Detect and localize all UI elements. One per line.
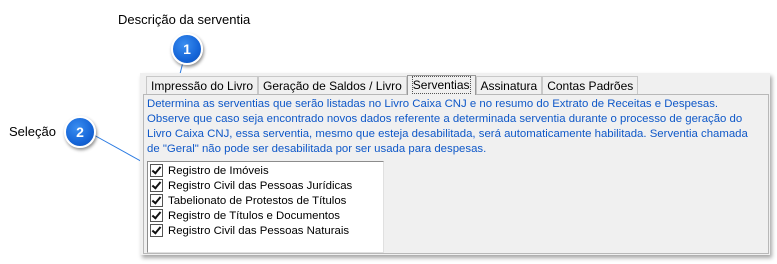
tab-assinatura[interactable]: Assinatura (475, 76, 543, 95)
tab-bar: Impressão do Livro Geração de Saldos / L… (146, 75, 639, 95)
checkbox-checked-icon[interactable] (150, 179, 163, 192)
list-item-label: Registro Civil das Pessoas Jurídicas (168, 179, 353, 192)
tab-label: Serventias (411, 76, 471, 94)
tab-label: Assinatura (480, 79, 538, 93)
list-item[interactable]: Registro Civil das Pessoas Jurídicas (150, 178, 352, 193)
callout-label-descricao: Descrição da serventia (118, 12, 251, 27)
list-item[interactable]: Registro Civil das Pessoas Naturais (150, 223, 349, 238)
tab-serventias[interactable]: Serventias (406, 75, 476, 95)
callout-badge-1: 1 (171, 33, 203, 65)
checkbox-checked-icon[interactable] (150, 164, 163, 177)
list-item-label: Tabelionato de Protestos de Títulos (168, 194, 347, 207)
callout-badge-2: 2 (64, 116, 96, 148)
list-item[interactable]: Registro de Imóveis (150, 163, 269, 178)
settings-window: Impressão do Livro Geração de Saldos / L… (140, 73, 770, 255)
list-item[interactable]: Registro de Títulos e Documentos (150, 208, 340, 223)
list-item-label: Registro de Imóveis (168, 164, 269, 177)
list-item-label: Registro Civil das Pessoas Naturais (168, 224, 350, 237)
tab-label: Contas Padrões (547, 79, 634, 93)
serventias-checklist[interactable]: Registro de Imóveis Registro Civil das P… (147, 161, 384, 253)
list-item[interactable]: Tabelionato de Protestos de Títulos (150, 193, 346, 208)
tab-impressao-do-livro[interactable]: Impressão do Livro (146, 76, 259, 95)
tab-geracao-de-saldos[interactable]: Geração de Saldos / Livro (258, 76, 407, 95)
tab-label: Impressão do Livro (151, 79, 254, 93)
serventias-panel: Determina as serventias que serão listad… (143, 94, 769, 254)
tab-contas-padroes[interactable]: Contas Padrões (542, 76, 639, 95)
tab-label: Geração de Saldos / Livro (263, 79, 402, 93)
checkbox-checked-icon[interactable] (150, 209, 163, 222)
list-item-label: Registro de Títulos e Documentos (168, 209, 340, 222)
callout-label-selecao: Seleção (9, 124, 56, 139)
serventias-description: Determina as serventias que serão listad… (147, 98, 748, 155)
checkbox-checked-icon[interactable] (150, 224, 163, 237)
checkbox-checked-icon[interactable] (150, 194, 163, 207)
